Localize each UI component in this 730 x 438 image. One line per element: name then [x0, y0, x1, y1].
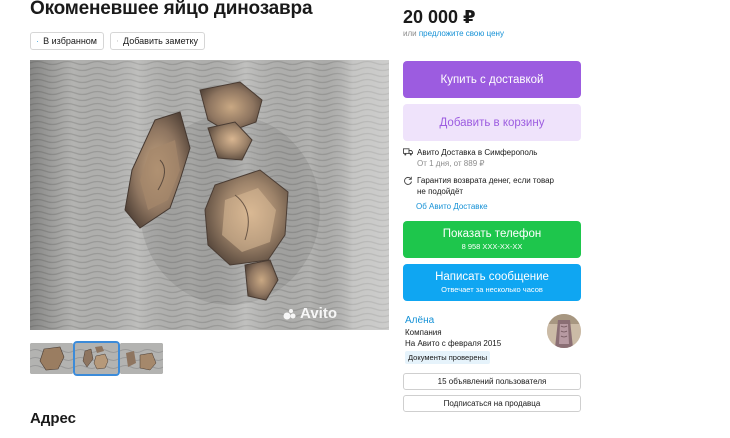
- thumbnail-image: [75, 343, 118, 374]
- guarantee-line1: Гарантия возврата денег, если товар: [417, 176, 555, 185]
- seller-name-link[interactable]: Алёна: [405, 315, 501, 326]
- docs-verified-badge: Документы проверены: [405, 351, 491, 364]
- message-sub: Отвечает за несколько часов: [441, 285, 543, 294]
- guarantee-text: Гарантия возврата денег, если товар не п…: [417, 176, 554, 196]
- buy-with-delivery-button[interactable]: Купить с доставкой: [403, 61, 581, 98]
- delivery-title: Авито Доставка в Симферополь: [417, 148, 538, 157]
- favorite-label: В избранном: [43, 36, 97, 46]
- avito-logo-icon: [283, 308, 296, 319]
- seller-since: На Авито с февраля 2015: [405, 339, 502, 348]
- subscribe-label: Подписаться на продавца: [443, 399, 541, 408]
- guarantee-line2: не подойдёт: [417, 187, 464, 196]
- favorite-button[interactable]: В избранном: [30, 32, 104, 50]
- heart-icon: [37, 40, 39, 42]
- phone-label: Показать телефон: [442, 228, 542, 240]
- photo-image: [30, 60, 389, 330]
- about-delivery-link[interactable]: Об Авито Доставке: [416, 202, 488, 211]
- refresh-icon: [403, 176, 413, 196]
- offer-price-link[interactable]: предложите свою цену: [419, 29, 504, 38]
- phone-number: 8 958 XXX-XX-XX: [461, 242, 523, 251]
- add-to-cart-button[interactable]: Добавить в корзину: [403, 104, 581, 141]
- buy-label: Купить с доставкой: [440, 73, 544, 86]
- watermark-text: Avito: [300, 305, 337, 322]
- message-label: Написать сообщение: [435, 271, 549, 283]
- offer-line: или предложите свою цену: [403, 29, 504, 38]
- subscribe-seller-button[interactable]: Подписаться на продавца: [403, 395, 581, 412]
- main-photo[interactable]: Avito: [30, 60, 389, 330]
- delivery-info: Авито Доставка в Симферополь От 1 дня, о…: [403, 148, 537, 168]
- guarantee-info: Гарантия возврата денег, если товар не п…: [403, 176, 554, 196]
- seller-avatar[interactable]: [547, 314, 581, 348]
- user-listings-button[interactable]: 15 объявлений пользователя: [403, 373, 581, 390]
- listings-label: 15 объявлений пользователя: [437, 377, 547, 386]
- about-delivery-link-row: Об Авито Доставке: [416, 202, 488, 211]
- avatar-image: [547, 314, 581, 348]
- delivery-text: Авито Доставка в Симферополь От 1 дня, о…: [417, 148, 537, 168]
- add-note-button[interactable]: Добавить заметку: [110, 32, 205, 50]
- write-message-button[interactable]: Написать сообщение Отвечает за несколько…: [403, 264, 581, 301]
- show-phone-button[interactable]: Показать телефон 8 958 XXX-XX-XX: [403, 221, 581, 258]
- thumbnail-image: [30, 343, 73, 374]
- thumbnail-selected[interactable]: [73, 341, 120, 376]
- note-label: Добавить заметку: [123, 36, 198, 46]
- delivery-sub: От 1 дня, от 889 ₽: [417, 159, 485, 168]
- price: 20 000 ₽: [403, 7, 476, 27]
- seller-info: Алёна Компания На Авито с февраля 2015 Д…: [405, 315, 501, 364]
- offer-prefix: или: [403, 29, 417, 38]
- avito-watermark: Avito: [283, 305, 337, 322]
- page-title: Окоменевшее яйцо динозавра: [30, 0, 313, 19]
- thumbnail[interactable]: [120, 343, 163, 374]
- address-heading: Адрес: [30, 410, 77, 427]
- note-icon: [117, 40, 119, 42]
- thumbnail-image: [120, 343, 163, 374]
- seller-type: Компания: [405, 328, 442, 337]
- truck-icon: [403, 148, 413, 168]
- thumbnail[interactable]: [30, 343, 73, 374]
- cart-label: Добавить в корзину: [439, 116, 545, 129]
